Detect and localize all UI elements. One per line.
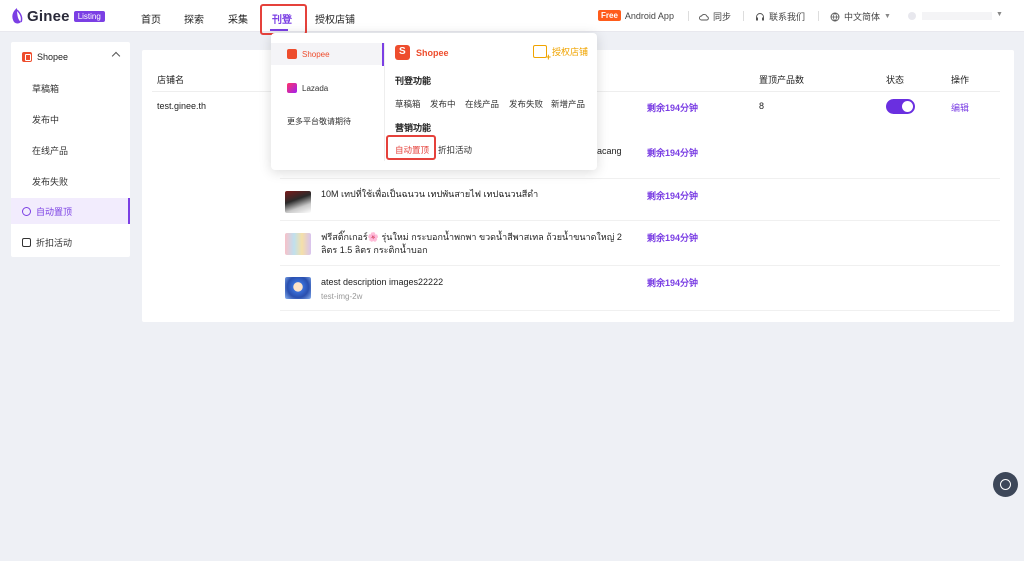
remaining-time: 剩余194分钟	[647, 233, 699, 243]
cloud-sync-icon	[699, 13, 709, 20]
sidebar-item-drafts[interactable]: 草稿箱	[11, 75, 130, 101]
bump-product-count: 8	[759, 101, 765, 111]
publish-section-title: 刊登功能	[395, 76, 432, 86]
platform-label: Lazada	[302, 83, 329, 93]
remaining-time: 剩余194分钟	[647, 148, 699, 158]
ginee-logo-icon	[12, 8, 23, 24]
dropdown-link-drafts[interactable]: 草稿箱	[395, 98, 421, 110]
row-divider	[280, 178, 1000, 179]
user-avatar	[908, 12, 916, 20]
product-sku: test-img-2w	[321, 292, 363, 301]
highlight-auto-bump	[386, 135, 436, 160]
user-account-menu[interactable]: ▼	[908, 10, 1008, 22]
support-chat-button[interactable]	[993, 472, 1018, 497]
language-label: 中文简体	[844, 12, 881, 22]
highlight-publish-nav	[260, 4, 307, 35]
contact-us-link[interactable]: 联系我们	[755, 10, 805, 23]
brand-logo[interactable]: Ginee Listing	[9, 7, 105, 25]
platform-label: 更多平台敬请期待	[287, 116, 351, 126]
bump-icon	[22, 206, 31, 216]
store-add-icon	[533, 45, 551, 62]
dropdown-shopee-header: Shopee	[395, 45, 449, 60]
product-name-fragment: acang	[597, 146, 622, 156]
sidebar-item-label: 自动置顶	[36, 206, 73, 217]
sidebar-item-publish-failed[interactable]: 发布失败	[11, 168, 130, 194]
store-name: test.ginee.th	[157, 101, 207, 111]
dropdown-link-online-products[interactable]: 在线产品	[465, 98, 499, 110]
sync-label: 同步	[713, 12, 732, 22]
authorize-store-label: 授权店铺	[552, 47, 589, 57]
sidebar-item-discount[interactable]: 折扣活动	[11, 229, 130, 255]
free-badge: Free	[598, 10, 621, 21]
android-app-label: Android App	[624, 10, 674, 21]
nav-divider	[818, 11, 819, 21]
sync-link[interactable]: 同步	[699, 10, 731, 23]
row-divider	[280, 220, 1000, 221]
chevron-down-icon: ▼	[884, 13, 891, 20]
dropdown-platform-shopee[interactable]: Shopee	[271, 43, 383, 65]
nav-divider	[743, 11, 744, 21]
remaining-time: 剩余194分钟	[647, 278, 699, 288]
sidebar-item-label: 草稿箱	[32, 83, 60, 94]
sidebar-item-label: 发布失败	[32, 176, 69, 187]
product-name: 10M เทปที่ใช้เพื่อเป็นฉนวน เทปพันสายไฟ เ…	[321, 189, 539, 199]
dropdown-divider	[384, 43, 385, 161]
remaining-time: 剩余194分钟	[647, 191, 699, 201]
dropdown-platform-lazada[interactable]: Lazada	[271, 77, 383, 99]
chevron-up-icon	[111, 51, 121, 61]
top-navbar: Ginee Listing 首页 探索 采集 刊登 授权店铺 Free Andr…	[0, 0, 1024, 32]
column-header-action: 操作	[951, 75, 970, 85]
sidebar-item-label: 发布中	[32, 114, 60, 125]
nav-explore[interactable]: 探索	[184, 11, 204, 26]
shopee-icon	[22, 52, 32, 62]
dropdown-link-discount[interactable]: 折扣活动	[438, 144, 472, 156]
brand-name: Ginee	[27, 7, 70, 25]
contact-us-label: 联系我们	[769, 12, 806, 22]
status-toggle[interactable]	[886, 99, 915, 114]
globe-icon	[830, 12, 840, 21]
nav-home[interactable]: 首页	[141, 11, 161, 26]
sidebar: Shopee 草稿箱 发布中 在线产品 发布失败 自动置顶 折扣活动	[11, 42, 130, 257]
edit-link[interactable]: 编辑	[951, 101, 969, 114]
row-divider	[280, 265, 1000, 266]
lazada-icon	[287, 83, 297, 93]
column-header-store: 店铺名	[157, 75, 185, 85]
headset-icon	[756, 12, 764, 20]
nav-authorize-store[interactable]: 授权店铺	[315, 11, 355, 26]
product-thumbnail	[285, 233, 311, 255]
sidebar-item-online-products[interactable]: 在线产品	[11, 137, 130, 163]
product-thumbnail	[285, 191, 311, 213]
remaining-time: 剩余194分钟	[647, 103, 699, 113]
row-divider	[280, 310, 1000, 311]
nav-divider	[688, 11, 689, 21]
product-name: ฟรีสติ๊กเกอร์🌸 รุ่นใหม่ กระบอกน้ำพกพา ขว…	[321, 232, 622, 255]
marketing-section-title: 营销功能	[395, 123, 432, 133]
column-header-status: 状态	[886, 75, 905, 85]
user-name-redacted	[922, 12, 992, 20]
platform-label: Shopee	[302, 49, 330, 59]
sidebar-item-label: 折扣活动	[36, 237, 73, 248]
product-thumbnail	[285, 277, 311, 299]
dropdown-link-publishing[interactable]: 发布中	[430, 98, 456, 110]
brand-badge: Listing	[73, 10, 105, 22]
discount-icon	[22, 237, 31, 247]
android-app-link[interactable]: Free Android App	[598, 10, 674, 21]
dropdown-link-publish-failed[interactable]: 发布失败	[509, 98, 543, 110]
nav-collect[interactable]: 采集	[228, 11, 248, 26]
language-selector[interactable]: 中文简体 ▼	[830, 10, 891, 23]
dropdown-header-label: Shopee	[416, 47, 449, 58]
column-header-bump-count: 置顶产品数	[759, 75, 805, 85]
product-name: atest description images22222	[321, 277, 444, 287]
sidebar-platform-header[interactable]: Shopee	[11, 42, 130, 72]
sidebar-item-auto-bump[interactable]: 自动置顶	[11, 198, 130, 224]
sidebar-item-label: 在线产品	[32, 145, 69, 156]
dropdown-link-new-product[interactable]: 新增产品	[551, 98, 585, 110]
dropdown-more-platforms: 更多平台敬请期待	[271, 110, 383, 132]
shopee-icon	[395, 45, 410, 60]
chevron-down-icon: ▼	[996, 11, 1003, 18]
sidebar-item-publishing[interactable]: 发布中	[11, 106, 130, 132]
sidebar-platform-label: Shopee	[37, 52, 69, 62]
authorize-store-link[interactable]: 授权店铺	[533, 45, 589, 62]
shopee-icon	[287, 49, 297, 59]
